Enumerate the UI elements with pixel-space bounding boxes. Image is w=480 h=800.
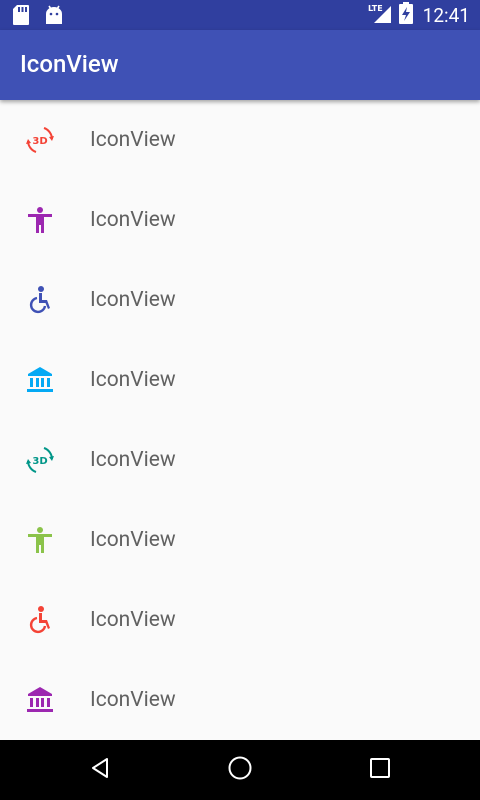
list-item[interactable]: 3D IconView [0,420,480,500]
list-item-label: IconView [90,288,176,312]
home-circle-icon [227,755,253,785]
list-item[interactable]: IconView [0,660,480,740]
icon-list[interactable]: 3D IconView IconView IconView IconView 3… [0,100,480,740]
app-title: IconView [20,50,119,78]
android-icon [44,4,64,30]
list-item[interactable]: IconView [0,500,480,580]
account-balance-icon [24,684,56,716]
lte-signal-icon: LTE [367,2,393,28]
list-item[interactable]: IconView [0,340,480,420]
list-item-label: IconView [90,208,176,232]
sd-card-icon [12,4,30,30]
battery-charging-icon [398,2,413,28]
back-button[interactable] [80,750,120,790]
recents-square-icon [369,757,391,783]
3d-rotation-icon: 3D [24,124,56,156]
svg-text:LTE: LTE [368,4,383,13]
home-button[interactable] [220,750,260,790]
list-item[interactable]: 3D IconView [0,100,480,180]
status-time: 12:41 [422,3,470,27]
accessibility-icon [24,204,56,236]
list-item-label: IconView [90,448,176,472]
status-notifications [12,4,64,30]
list-item-label: IconView [90,688,176,712]
list-item-label: IconView [90,368,176,392]
status-bar: LTE 12:41 [0,0,480,30]
list-item[interactable]: IconView [0,580,480,660]
3d-rotation-icon: 3D [24,444,56,476]
list-item-label: IconView [90,128,176,152]
back-triangle-icon [88,756,112,784]
svg-text:3D: 3D [32,456,47,467]
navigation-bar [0,740,480,800]
accessibility-icon [24,524,56,556]
recents-button[interactable] [360,750,400,790]
account-balance-icon [24,364,56,396]
svg-text:3D: 3D [32,136,47,147]
accessible-icon [24,284,56,316]
status-system-icons: LTE 12:41 [367,0,470,30]
accessible-icon [24,604,56,636]
list-item-label: IconView [90,528,176,552]
app-bar: IconView [0,30,480,100]
list-item-label: IconView [90,608,176,632]
list-item[interactable]: IconView [0,260,480,340]
list-item[interactable]: IconView [0,180,480,260]
